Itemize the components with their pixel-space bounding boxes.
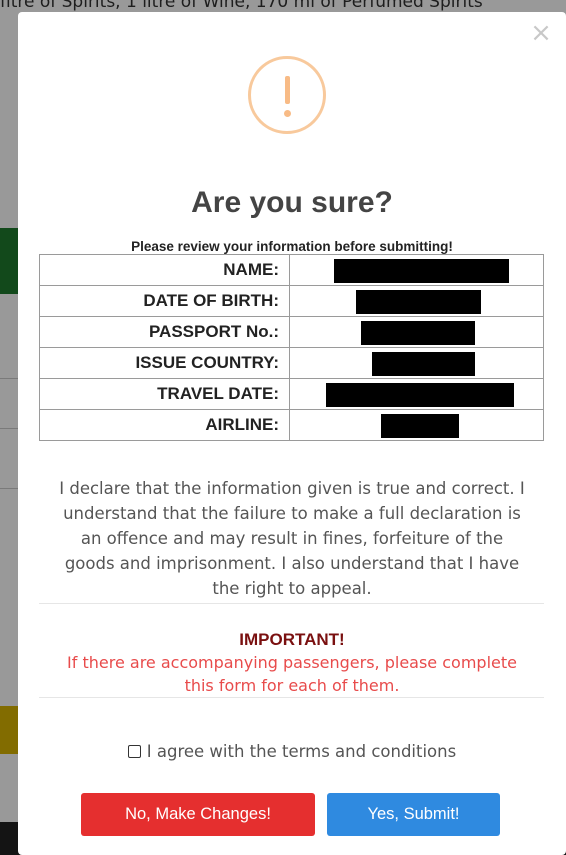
field-label-passport: PASSPORT No.: [39,316,290,348]
declaration-text: I declare that the information given is … [59,479,525,598]
field-value-date-of-birth [289,285,544,317]
table-row: TRAVEL DATE: [39,378,544,410]
close-icon[interactable]: × [530,20,552,46]
redacted-value [361,321,475,345]
field-label-travel-date: TRAVEL DATE: [39,378,290,410]
table-row: AIRLINE: [39,409,544,441]
field-value-passport [289,316,544,348]
divider [39,697,544,698]
make-changes-button[interactable]: No, Make Changes! [81,793,315,836]
field-label-airline: AIRLINE: [39,409,290,441]
table-row: DATE OF BIRTH: [39,285,544,317]
redacted-value [372,352,475,376]
important-heading: IMPORTANT! [239,630,345,649]
field-value-name [289,254,544,286]
field-label-name: NAME: [39,254,290,286]
dialog-subtitle: Please review your information before su… [131,239,453,254]
divider [39,603,544,604]
field-value-travel-date [289,378,544,410]
terms-agreement: I agree with the terms and conditions [18,742,566,761]
redacted-value [326,383,514,407]
exclamation-circle-icon [248,56,326,134]
redacted-value [356,290,481,314]
field-value-airline [289,409,544,441]
submit-button[interactable]: Yes, Submit! [327,793,500,836]
terms-label[interactable]: I agree with the terms and conditions [147,742,456,761]
field-label-date-of-birth: DATE OF BIRTH: [39,285,290,317]
table-row: PASSPORT No.: [39,316,544,348]
table-row: NAME: [39,254,544,286]
redacted-value [334,259,509,283]
field-value-issue-country [289,347,544,379]
table-row: ISSUE COUNTRY: [39,347,544,379]
field-label-issue-country: ISSUE COUNTRY: [39,347,290,379]
dialog-title: Are you sure? [191,186,393,219]
review-table: NAME: DATE OF BIRTH: PASSPORT No.: ISSUE… [39,254,544,441]
confirmation-dialog: × Are you sure? Please review your infor… [18,12,566,855]
checkbox-icon[interactable] [127,745,141,758]
redacted-value [381,414,459,438]
important-notice: If there are accompanying passengers, pl… [67,653,517,695]
